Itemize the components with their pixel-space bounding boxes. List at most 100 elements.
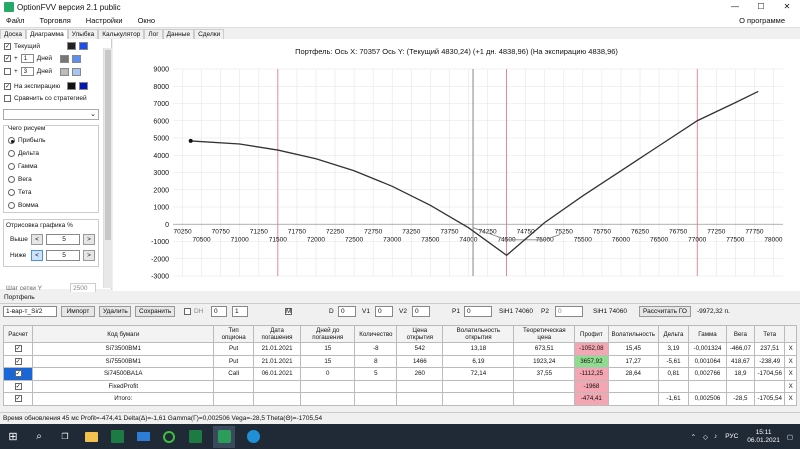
column-header[interactable]: Дата погашения: [253, 325, 302, 343]
remove-row-button[interactable]: X: [784, 379, 797, 393]
remove-row-button[interactable]: X: [784, 354, 797, 368]
tab-calculator[interactable]: Калькулятор: [98, 29, 145, 39]
days1-input[interactable]: 1: [20, 54, 34, 63]
higher-dec-button[interactable]: <: [31, 234, 43, 245]
column-header[interactable]: Код бумаги: [32, 325, 215, 343]
close-button[interactable]: ✕: [774, 0, 800, 14]
notifications-icon[interactable]: ▢: [787, 433, 793, 441]
higher-input[interactable]: 5: [46, 234, 80, 245]
remove-row-button[interactable]: X: [784, 392, 797, 406]
p2-input[interactable]: 0: [555, 306, 583, 317]
column-header[interactable]: Расчет: [2, 325, 34, 343]
menu-file[interactable]: Файл: [0, 16, 33, 25]
calc-checkbox[interactable]: ✓: [14, 345, 22, 353]
mail-icon[interactable]: [135, 429, 151, 445]
color-swatch[interactable]: [59, 54, 69, 63]
tab-diagram[interactable]: Диаграмма: [25, 29, 68, 39]
radio-profit[interactable]: [8, 137, 15, 144]
table-row[interactable]: ✓ Итого: -474,41 -1,61 0,002506 -28,5 -1705,54…: [2, 392, 797, 406]
keyboard-language[interactable]: РУС: [725, 433, 738, 440]
column-header[interactable]: Количество: [354, 325, 398, 343]
task-view-icon[interactable]: ❐: [57, 429, 73, 445]
clock[interactable]: 15:11 06.01.2021: [747, 429, 780, 445]
radio-vomma[interactable]: [8, 202, 15, 209]
quik-icon[interactable]: [161, 429, 177, 445]
search-icon[interactable]: ⌕: [31, 429, 47, 445]
spreadsheet-icon[interactable]: [187, 429, 203, 445]
column-header[interactable]: Дельта: [657, 325, 690, 343]
dh-checkbox[interactable]: [184, 308, 191, 315]
tab-data[interactable]: Данные: [162, 29, 195, 39]
edge-icon[interactable]: [245, 429, 261, 445]
strategy-select[interactable]: ⌄: [3, 109, 99, 120]
column-header[interactable]: Профит: [574, 325, 609, 343]
tab-board[interactable]: Доска: [0, 29, 26, 39]
calculate-margin-button[interactable]: Рассчитать ГО: [639, 306, 691, 317]
windows-start-icon[interactable]: ⊞: [5, 429, 21, 445]
color-swatch[interactable]: [59, 67, 69, 76]
optionfvv-taskbar-icon[interactable]: [213, 425, 235, 448]
menu-settings[interactable]: Настройки: [80, 16, 132, 25]
column-header[interactable]: Дней до погашения: [300, 325, 356, 343]
column-header[interactable]: Вега: [725, 325, 756, 343]
menu-trade[interactable]: Торговля: [33, 16, 79, 25]
table-row[interactable]: ✓ Si74500BA1A Call 06.01.2021 0 5 260 72,14 37,5…: [2, 367, 797, 381]
radio-gamma[interactable]: [8, 163, 15, 170]
radio-vega[interactable]: [8, 176, 15, 183]
save-button[interactable]: Сохранить: [135, 306, 175, 317]
payoff-chart[interactable]: 9000 8000 7000 6000 5000 4000 3000 2000 1000 0 -10…: [113, 39, 800, 291]
import-button[interactable]: Импорт: [61, 306, 95, 317]
p1-input[interactable]: 0: [464, 306, 492, 317]
current-checkbox[interactable]: ✓: [4, 42, 11, 50]
days2-input[interactable]: 3: [20, 67, 34, 76]
dh-input-2[interactable]: 1: [232, 306, 248, 317]
radio-theta[interactable]: [8, 189, 15, 196]
d-input[interactable]: 0: [338, 306, 356, 317]
lower-dec-button[interactable]: <: [31, 250, 43, 261]
column-header[interactable]: Гамма: [688, 325, 727, 343]
network-icon[interactable]: ◇: [703, 433, 708, 441]
volume-icon[interactable]: ♪: [714, 433, 717, 440]
table-row[interactable]: ✓ Si73500BM1 Put 21.01.2021 15 -8 542 13,18 673,…: [2, 342, 797, 356]
tab-smile[interactable]: Улыбка: [67, 29, 99, 39]
column-header[interactable]: Теоретическая цена: [513, 325, 576, 343]
color-swatch[interactable]: [67, 42, 76, 50]
compare-checkbox[interactable]: [4, 95, 11, 102]
minimize-button[interactable]: —: [722, 0, 748, 14]
excel-icon[interactable]: [109, 429, 125, 445]
scrollbar-thumb[interactable]: [105, 50, 111, 240]
color-swatch[interactable]: [71, 67, 81, 76]
expiry-checkbox[interactable]: ✓: [4, 82, 11, 90]
remove-row-button[interactable]: X: [784, 342, 797, 356]
plus2-checkbox[interactable]: [4, 68, 11, 75]
portfolio-select[interactable]: 1-вар-т_Si/2: [3, 306, 57, 317]
tab-deals[interactable]: Сделки: [194, 29, 225, 39]
menu-about[interactable]: О программе: [733, 16, 794, 25]
maximize-button[interactable]: ☐: [748, 0, 774, 14]
radio-delta[interactable]: [8, 150, 15, 157]
calc-checkbox-cell[interactable]: ✓: [2, 342, 34, 356]
calc-checkbox-cell[interactable]: ✓: [2, 367, 34, 381]
column-header[interactable]: Тета: [754, 325, 786, 343]
column-header[interactable]: Цена открытия: [396, 325, 444, 343]
column-header[interactable]: Волатильность открытия: [442, 325, 515, 343]
calc-checkbox[interactable]: ✓: [14, 370, 22, 378]
remove-row-button[interactable]: X: [784, 367, 797, 381]
color-swatch[interactable]: [79, 42, 88, 50]
file-explorer-icon[interactable]: [83, 429, 99, 445]
calc-checkbox-cell[interactable]: ✓: [2, 354, 34, 368]
column-header[interactable]: Волатильность: [607, 325, 659, 343]
tab-log[interactable]: Лог: [144, 29, 163, 39]
calc-checkbox[interactable]: ✓: [14, 357, 22, 365]
calc-checkbox[interactable]: ✓: [14, 395, 22, 403]
lower-input[interactable]: 5: [46, 250, 80, 261]
delete-button[interactable]: Удалить: [99, 306, 131, 317]
lower-inc-button[interactable]: >: [83, 250, 95, 261]
table-row[interactable]: ✓ Si75500BM1 Put 21.01.2021 15 8 1466 6,19 1923,…: [2, 354, 797, 368]
color-swatch[interactable]: [67, 82, 76, 90]
color-swatch[interactable]: [79, 82, 88, 90]
calc-checkbox[interactable]: ✓: [14, 382, 22, 390]
color-swatch[interactable]: [71, 54, 81, 63]
column-header[interactable]: Тип опциона: [213, 325, 255, 343]
v2-input[interactable]: 0: [412, 306, 430, 317]
